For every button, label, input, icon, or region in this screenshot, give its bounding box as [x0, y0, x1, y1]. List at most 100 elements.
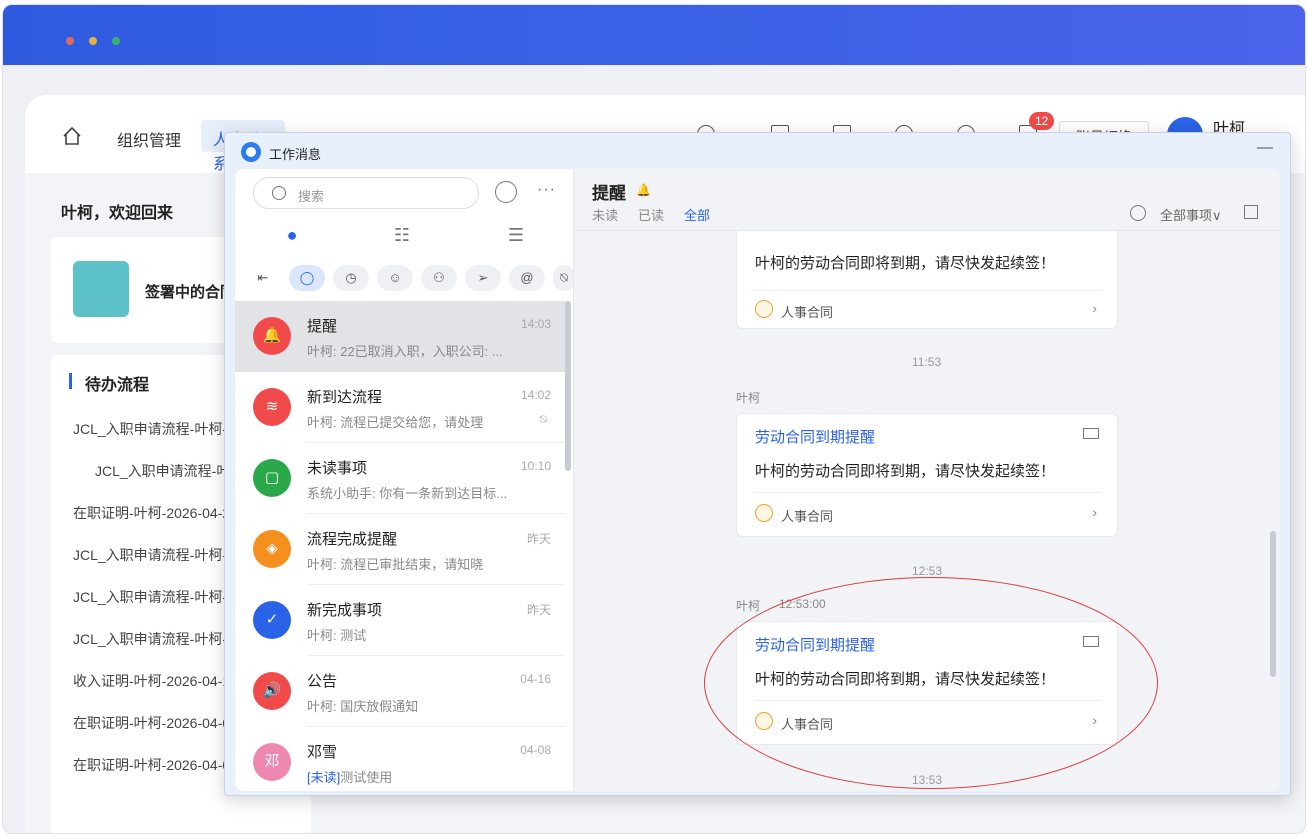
conversation-time: 14:02 [520, 388, 551, 402]
conversation-preview: 叶柯: 流程已审批结束，请知晓 [307, 557, 484, 572]
collapse-icon[interactable]: ⇤ [245, 265, 281, 291]
chat-title: 提醒 [592, 184, 626, 203]
home-icon[interactable] [61, 125, 83, 147]
conversation-name: 新到达流程 [307, 389, 383, 406]
divider [755, 700, 1101, 701]
speaker-icon: 🔊 [253, 672, 291, 710]
minimize-dot[interactable] [89, 37, 97, 45]
messages-tab-icon[interactable]: ● [281, 225, 303, 247]
minimize-button[interactable]: — [1257, 139, 1273, 157]
bell-settings-icon[interactable]: 🔔 [636, 183, 651, 197]
todo-item[interactable]: JCL_入职申请流程-叶柯-2 [73, 629, 235, 649]
contract-source-icon [755, 300, 773, 318]
new-chat-icon[interactable] [495, 181, 517, 203]
send-filter-icon[interactable]: ➢ [465, 265, 501, 291]
conversation-scrollbar[interactable] [565, 301, 571, 471]
conversation-preview: [未读]测试使用 [307, 767, 517, 786]
time-divider: 12:53 [912, 564, 943, 578]
check-icon: ✓ [253, 601, 291, 639]
conversation-time: 10:10 [520, 459, 551, 473]
at-filter-icon[interactable]: @ [509, 265, 545, 291]
time-divider: 13:53 [912, 773, 943, 787]
message-card[interactable]: 劳动合同到期提醒 叶柯的劳动合同即将到期，请尽快发起续签！ 人事合同 › [736, 621, 1118, 745]
stack-icon: ≋ [253, 388, 291, 426]
todo-item[interactable]: 收入证明-叶柯-2026-04-18 [73, 671, 238, 691]
todo-item[interactable]: 在职证明-叶柯-2026-04-21 [73, 503, 238, 523]
search-icon [272, 186, 286, 200]
conversation-name: 提醒 [307, 318, 338, 335]
preview-text: 测试使用 [340, 770, 393, 785]
copy-icon: ▢ [253, 459, 291, 497]
conversation-pane: 搜索 ··· ● ☷ ☰ ⇤ ◯ ◷ ☺ ⚇ ➢ @ ⍉ 🔔 提醒 叶柯: 22… [235, 169, 573, 791]
clock-filter-icon[interactable]: ◷ [333, 265, 369, 291]
contract-source-icon [755, 504, 773, 522]
conversation-name: 新完成事项 [307, 602, 383, 619]
conversation-item[interactable]: 🔊 公告 叶柯: 国庆放假通知 04-16 [235, 656, 565, 727]
todo-item[interactable]: JCL_入职申请流程-叶柯-2 [73, 545, 235, 565]
conversation-preview: 系统小助手: 你有一条新到达目标... [307, 486, 508, 501]
conversation-item[interactable]: 邓 邓雪 [未读]测试使用 04-08 [235, 727, 565, 791]
todo-item[interactable]: 在职证明-叶柯-2026-04-03 [73, 713, 238, 733]
mute-icon: ⍉ [539, 412, 547, 426]
conversation-preview: 叶柯: 国庆放假通知 [307, 699, 419, 714]
tab-read[interactable]: 已读 [638, 205, 664, 224]
chat-pane: 提醒 🔔 未读 已读 全部 全部事项∨ 叶柯的劳动合同即将到期，请尽快发起续签！… [573, 169, 1280, 791]
tab-unread[interactable]: 未读 [592, 205, 618, 224]
conversation-name: 公告 [307, 673, 338, 690]
contact-avatar: 邓 [253, 743, 291, 781]
contacts-tab-icon[interactable]: ☷ [391, 225, 413, 247]
filter-row: ⇤ ◯ ◷ ☺ ⚇ ➢ @ ⍉ [245, 265, 573, 295]
conversation-item[interactable]: ≋ 新到达流程 叶柯: 流程已提交给您，请处理 14:02 ⍉ [235, 372, 565, 443]
conversation-item[interactable]: ◈ 流程完成提醒 叶柯: 流程已审批结束，请知晓 昨天 [235, 514, 565, 585]
search-input[interactable]: 搜索 [253, 177, 479, 209]
chevron-right-icon[interactable]: › [1092, 504, 1097, 520]
notification-badge: 12 [1029, 112, 1055, 130]
person-filter-icon[interactable]: ☺ [377, 265, 413, 291]
tab-all[interactable]: 全部 [684, 205, 710, 224]
filter-dropdown[interactable]: 全部事项∨ [1160, 205, 1222, 224]
sender-name: 叶柯 [736, 391, 761, 405]
search-placeholder: 搜索 [298, 189, 325, 204]
more-icon[interactable]: ··· [537, 181, 556, 199]
groups-tab-icon[interactable]: ☰ [505, 225, 527, 247]
grid-view-icon[interactable] [1244, 205, 1258, 219]
card-body: 叶柯的劳动合同即将到期，请尽快发起续签！ [755, 463, 1056, 480]
sender-time: 12:53:00 [779, 597, 826, 611]
message-card[interactable]: 劳动合同到期提醒 叶柯的劳动合同即将到期，请尽快发起续签！ 人事合同 › [736, 413, 1118, 537]
contract-card-label: 签署中的合同 [145, 284, 236, 301]
nav-org[interactable]: 组织管理 [117, 127, 181, 151]
todo-item[interactable]: JCL_入职申请流程-叶柯-2 [73, 419, 235, 439]
mute-filter-icon[interactable]: ⍉ [553, 265, 573, 291]
conversation-list: 🔔 提醒 叶柯: 22已取消入职，入职公司: ... 14:03 ≋ 新到达流程… [235, 301, 565, 791]
todo-item[interactable]: JCL_入职申请流程-叶 [95, 461, 230, 481]
conversation-item[interactable]: 🔔 提醒 叶柯: 22已取消入职，入职公司: ... 14:03 [235, 301, 565, 372]
group-filter-icon[interactable]: ⚇ [421, 265, 457, 291]
chevron-right-icon[interactable]: › [1092, 712, 1097, 728]
chat-scrollbar[interactable] [1270, 531, 1276, 677]
card-body: 叶柯的劳动合同即将到期，请尽快发起续签！ [755, 671, 1056, 688]
contract-search-icon [73, 261, 129, 317]
card-source: 人事合同 [781, 305, 834, 320]
chevron-right-icon[interactable]: › [1092, 300, 1097, 316]
todo-item[interactable]: 在职证明-叶柯-2026-04-02 [73, 755, 238, 775]
sender-name: 叶柯 [736, 599, 761, 613]
close-dot[interactable] [66, 37, 74, 45]
work-message-window: 工作消息 — 搜索 ··· ● ☷ ☰ ⇤ ◯ ◷ ☺ ⚇ ➢ @ ⍉ 🔔 提醒… [224, 132, 1291, 796]
conversation-time: 昨天 [526, 532, 551, 546]
conversation-item[interactable]: ✓ 新完成事项 叶柯: 测试 昨天 [235, 585, 565, 656]
maximize-dot[interactable] [112, 37, 120, 45]
conversation-item[interactable]: ▢ 未读事项 系统小助手: 你有一条新到达目标... 10:10 [235, 443, 565, 514]
chat-header: 提醒 🔔 未读 已读 全部 全部事项∨ [574, 169, 1280, 231]
chat-search-icon[interactable] [1130, 205, 1146, 221]
time-divider: 11:53 [912, 355, 942, 369]
bell-icon: 🔔 [253, 317, 291, 355]
todo-item[interactable]: JCL_入职申请流程-叶柯-2 [73, 587, 235, 607]
conversation-name: 未读事项 [307, 460, 368, 477]
unread-tag: [未读] [307, 770, 341, 785]
conversation-time: 昨天 [526, 603, 551, 617]
card-body: 叶柯的劳动合同即将到期，请尽快发起续签！ [755, 255, 1056, 272]
chat-filter-icon[interactable]: ◯ [289, 265, 325, 291]
window-title: 工作消息 [269, 147, 322, 162]
mail-icon [1083, 428, 1099, 439]
conversation-time: 04-16 [520, 672, 551, 686]
